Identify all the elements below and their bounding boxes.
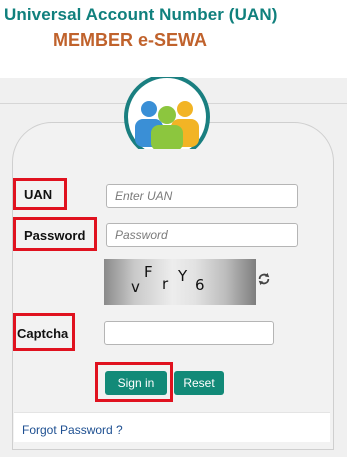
password-input[interactable] bbox=[106, 223, 298, 247]
sign-in-button[interactable]: Sign in bbox=[105, 371, 167, 395]
refresh-icon[interactable] bbox=[257, 272, 271, 286]
captcha-char: Y bbox=[178, 267, 188, 285]
captcha-char: r bbox=[162, 275, 169, 293]
uan-input[interactable] bbox=[106, 184, 298, 208]
page-subtitle: MEMBER e-SEWA bbox=[53, 30, 208, 50]
password-label: Password bbox=[24, 228, 86, 243]
captcha-char: v bbox=[131, 278, 140, 296]
uan-label: UAN bbox=[24, 187, 53, 202]
captcha-image: v F r Y 6 bbox=[104, 259, 256, 305]
reset-button[interactable]: Reset bbox=[174, 371, 224, 395]
page-title: Universal Account Number (UAN) bbox=[4, 5, 278, 24]
captcha-label: Captcha bbox=[17, 326, 69, 341]
captcha-char: F bbox=[144, 263, 153, 281]
forgot-password-link[interactable]: Forgot Password ? bbox=[22, 423, 123, 437]
captcha-char: 6 bbox=[195, 276, 205, 294]
header: Universal Account Number (UAN) MEMBER e-… bbox=[0, 0, 347, 78]
captcha-input[interactable] bbox=[104, 321, 274, 345]
people-group-icon bbox=[124, 77, 210, 149]
